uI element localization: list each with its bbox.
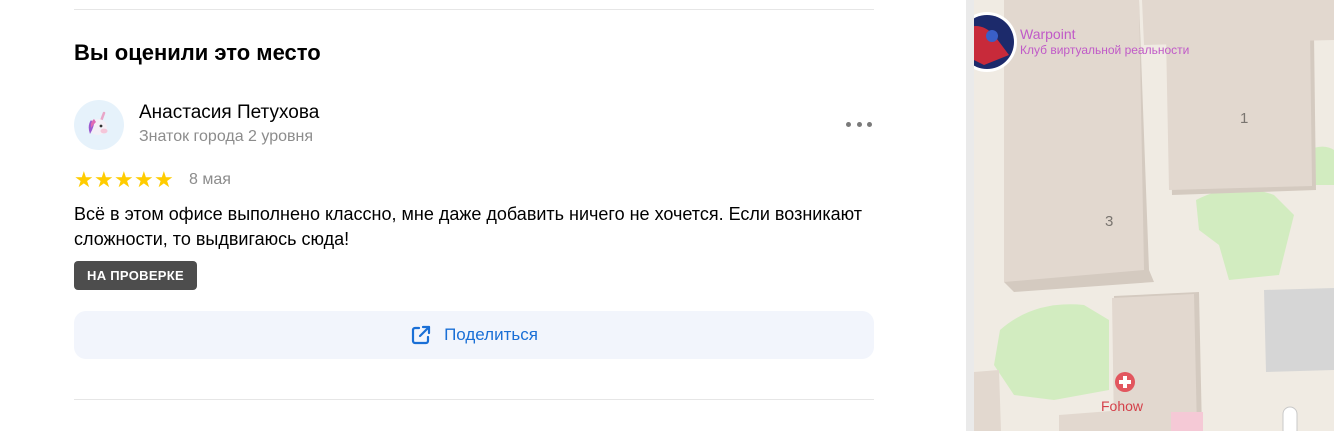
rating-stars: ★ ★ ★ ★ ★ bbox=[74, 167, 174, 192]
author-name[interactable]: Анастасия Петухова bbox=[139, 102, 319, 124]
avatar[interactable] bbox=[74, 100, 124, 150]
star-icon: ★ bbox=[94, 167, 114, 192]
map-view[interactable]: Warpoint Клуб виртуальной реальности 1 3… bbox=[974, 0, 1334, 431]
share-label: Поделиться bbox=[444, 325, 538, 344]
map-canvas bbox=[974, 0, 1334, 431]
map-place-category: Клуб виртуальной реальности bbox=[1020, 43, 1190, 57]
star-icon: ★ bbox=[74, 167, 94, 192]
review-text: Всё в этом офисе выполнено классно, мне … bbox=[74, 204, 862, 249]
section-title: Вы оценили это место bbox=[74, 40, 321, 65]
status-badge: НА ПРОВЕРКЕ bbox=[74, 261, 197, 290]
divider bbox=[74, 9, 874, 10]
more-dot-icon bbox=[846, 121, 851, 127]
author-level: Знаток города 2 уровня bbox=[139, 128, 314, 145]
divider bbox=[74, 399, 874, 400]
scrollbar[interactable] bbox=[966, 0, 974, 431]
more-options-button[interactable] bbox=[846, 116, 872, 132]
star-icon: ★ bbox=[114, 167, 134, 192]
unicorn-icon bbox=[88, 111, 108, 135]
more-dot-icon bbox=[867, 121, 872, 127]
review-date: 8 мая bbox=[189, 171, 231, 188]
star-icon: ★ bbox=[154, 167, 174, 192]
share-icon bbox=[411, 325, 431, 345]
review-panel: Вы оценили это место Анастасия Петухова … bbox=[0, 0, 966, 431]
star-icon: ★ bbox=[134, 167, 154, 192]
share-button[interactable]: Поделиться bbox=[74, 311, 874, 359]
more-dot-icon bbox=[856, 121, 862, 127]
house-number: 1 bbox=[1240, 110, 1249, 127]
house-number: 3 bbox=[1105, 213, 1114, 230]
map-place-name[interactable]: Warpoint bbox=[1020, 26, 1076, 42]
map-poi-label[interactable]: Fohow bbox=[1101, 398, 1143, 414]
